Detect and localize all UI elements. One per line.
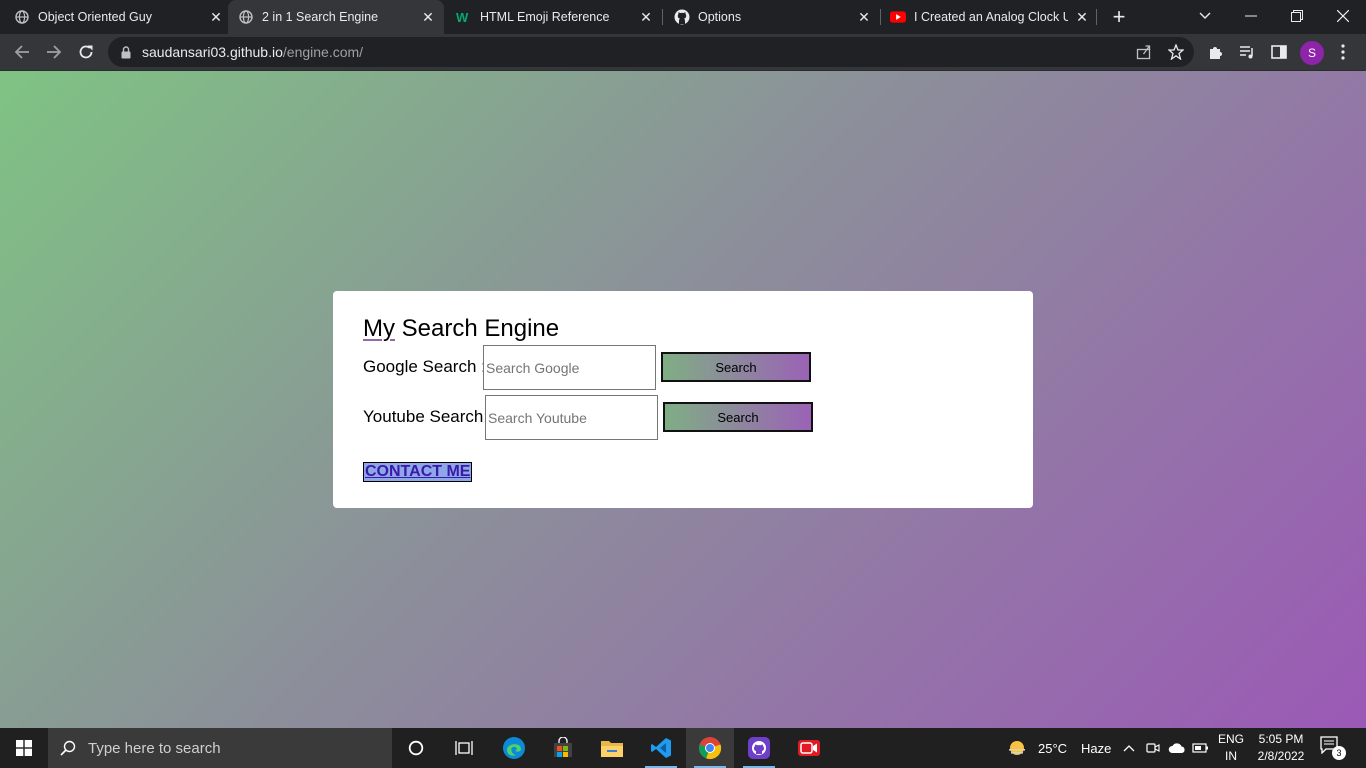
tab-title: Object Oriented Guy	[38, 10, 152, 24]
url-path: /engine.com/	[282, 44, 364, 60]
close-tab-icon[interactable]: ✕	[638, 9, 654, 25]
tab-title: I Created an Analog Clock Us	[914, 10, 1068, 24]
browser-toolbar: saudansari03.github.io/engine.com/	[0, 34, 1366, 71]
task-view-icon[interactable]	[440, 728, 488, 768]
profile-avatar[interactable]: S	[1300, 41, 1324, 65]
vscode-icon[interactable]	[637, 728, 685, 768]
youtube-icon	[890, 9, 906, 25]
tab-separator	[880, 9, 881, 25]
tab-options[interactable]: Options ✕	[674, 0, 872, 34]
url-text: saudansari03.github.io/engine.com/	[142, 44, 363, 60]
clock-date: 2/8/2022	[1257, 749, 1305, 763]
back-arrow-icon[interactable]	[8, 38, 36, 66]
globe-icon	[14, 9, 30, 25]
tab-2-in-1-search-engine[interactable]: 2 in 1 Search Engine ✕	[228, 0, 444, 34]
tab-title: Options	[698, 10, 742, 24]
windows-start-icon[interactable]	[0, 728, 48, 768]
minimize-button[interactable]	[1228, 0, 1274, 32]
notification-center-icon[interactable]: 3	[1320, 736, 1346, 760]
github-desktop-icon[interactable]	[735, 728, 783, 768]
address-bar[interactable]: saudansari03.github.io/engine.com/	[108, 37, 1194, 67]
close-window-button[interactable]	[1320, 0, 1366, 32]
google-search-input[interactable]: Search Google	[483, 345, 656, 390]
close-tab-icon[interactable]: ✕	[420, 9, 436, 25]
screen-recorder-icon[interactable]	[785, 728, 833, 768]
system-clock[interactable]: 5:05 PM 2/8/2022	[1248, 731, 1314, 765]
youtube-search-input[interactable]: Search Youtube	[485, 395, 658, 440]
search-card: My Search Engine Google Search : Search …	[333, 291, 1033, 508]
media-queue-icon[interactable]	[1234, 39, 1260, 65]
taskbar-search-placeholder: Type here to search	[88, 739, 221, 757]
onedrive-cloud-icon[interactable]	[1167, 728, 1187, 768]
youtube-search-label: Youtube Search:	[363, 407, 489, 426]
youtube-search-button[interactable]: Search	[663, 402, 813, 432]
tab-separator	[662, 9, 663, 25]
region-code: IN	[1225, 749, 1237, 763]
tab-search-chevron-icon[interactable]	[1182, 0, 1228, 32]
battery-plug-icon[interactable]	[1191, 728, 1211, 768]
close-tab-icon[interactable]: ✕	[208, 9, 224, 25]
lock-icon[interactable]	[118, 44, 134, 60]
windows-taskbar: Type here to search 25°C Haze ENG IN 5:0…	[0, 728, 1366, 768]
microsoft-store-icon[interactable]	[539, 728, 587, 768]
reload-icon[interactable]	[72, 38, 100, 66]
tab-analog-clock-video[interactable]: I Created an Analog Clock Us ✕	[890, 0, 1090, 34]
tab-html-emoji-reference[interactable]: W HTML Emoji Reference ✕	[456, 0, 654, 34]
side-panel-icon[interactable]	[1266, 39, 1292, 65]
github-icon	[674, 9, 690, 25]
tab-title: HTML Emoji Reference	[480, 10, 610, 24]
google-search-label: Google Search :	[363, 357, 486, 376]
input-language-indicator[interactable]: ENG IN	[1214, 731, 1248, 765]
tab-title: 2 in 1 Search Engine	[262, 10, 379, 24]
chrome-browser-icon[interactable]	[686, 728, 734, 768]
clock-time: 5:05 PM	[1258, 732, 1304, 746]
tab-object-oriented-guy[interactable]: Object Oriented Guy ✕	[14, 0, 224, 34]
bookmark-star-icon[interactable]	[1163, 39, 1189, 65]
weather-temperature: 25°C	[1038, 740, 1068, 756]
cortana-circle-icon[interactable]	[392, 728, 440, 768]
tab-separator	[1096, 9, 1097, 25]
restore-button[interactable]	[1274, 0, 1320, 32]
kebab-menu-icon[interactable]	[1330, 39, 1356, 65]
google-search-button[interactable]: Search	[661, 352, 811, 382]
page-viewport: My Search Engine Google Search : Search …	[0, 71, 1366, 728]
close-tab-icon[interactable]: ✕	[1074, 9, 1090, 25]
language-code: ENG	[1217, 732, 1244, 746]
w3schools-icon: W	[456, 9, 472, 25]
file-explorer-icon[interactable]	[588, 728, 636, 768]
forward-arrow-icon[interactable]	[40, 38, 68, 66]
share-icon[interactable]	[1131, 39, 1157, 65]
globe-icon	[238, 9, 254, 25]
new-tab-button[interactable]: +	[1108, 4, 1130, 29]
contact-me-link[interactable]: CONTACT ME	[363, 462, 473, 482]
weather-description: Haze	[1081, 740, 1112, 756]
page-title-rest: Search Engine	[395, 315, 560, 342]
show-hidden-icons-chevron-icon[interactable]	[1120, 728, 1138, 768]
sun-haze-icon	[1006, 739, 1028, 757]
meet-now-icon[interactable]	[1144, 728, 1162, 768]
close-tab-icon[interactable]: ✕	[856, 9, 872, 25]
weather-widget[interactable]: 25°C Haze	[1006, 728, 1111, 768]
extensions-puzzle-icon[interactable]	[1203, 39, 1229, 65]
tab-strip: Object Oriented Guy ✕ 2 in 1 Search Engi…	[0, 0, 1366, 34]
taskbar-search-box[interactable]: Type here to search	[48, 728, 392, 768]
svg-text:W: W	[456, 10, 469, 24]
page-title: My Search Engine	[363, 315, 559, 343]
page-title-first-word: My	[363, 315, 395, 342]
edge-browser-icon[interactable]	[490, 728, 538, 768]
search-icon	[48, 740, 88, 756]
url-host: saudansari03.github.io	[142, 44, 283, 60]
notification-count-badge: 3	[1332, 746, 1346, 760]
